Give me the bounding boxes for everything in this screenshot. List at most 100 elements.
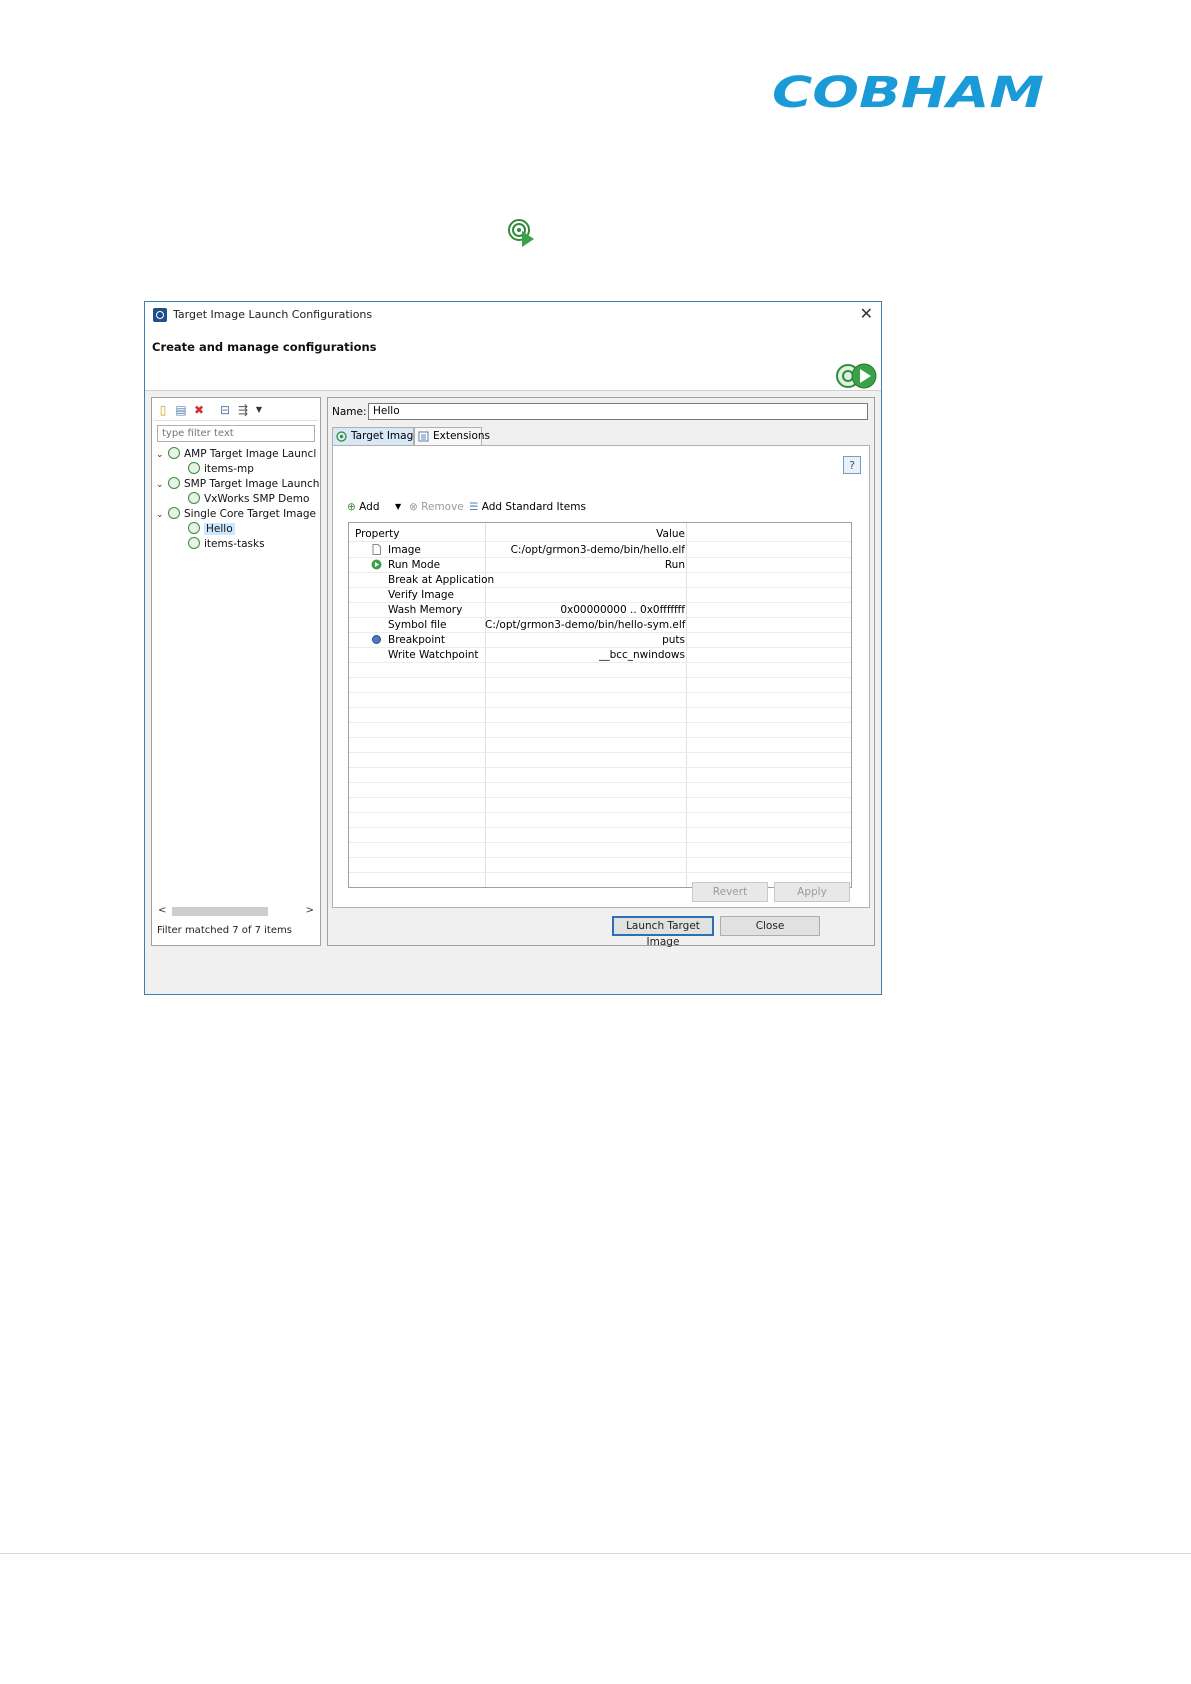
table-row[interactable]: Breakpoint puts <box>349 632 851 648</box>
delete-config-icon[interactable]: ✖ <box>192 403 206 417</box>
property-name: Wash Memory <box>388 604 463 616</box>
config-icon <box>188 462 200 474</box>
add-dropdown-chevron-down-icon[interactable]: ▼ <box>395 499 401 515</box>
help-icon[interactable]: ? <box>843 456 861 474</box>
chevron-down-icon[interactable]: ⌄ <box>156 447 168 463</box>
chevron-down-icon[interactable]: ⌄ <box>156 477 168 493</box>
empty-table-row[interactable] <box>349 827 851 843</box>
name-field[interactable]: Hello <box>368 403 868 420</box>
tree-item-items-mp[interactable]: items-mp <box>188 461 254 477</box>
single-core-launch-type-icon <box>168 507 180 519</box>
remove-button[interactable]: ⊗ Remove <box>409 499 464 515</box>
table-row[interactable]: Break at Application <box>349 572 851 588</box>
view-menu-chevron-down-icon[interactable]: ▼ <box>252 403 266 417</box>
empty-table-row[interactable] <box>349 767 851 783</box>
configurations-panel: ▯ ▤ ✖ ⊟ ⇶ ▼ ⌄AMP Target Image Launcl ite… <box>151 397 321 946</box>
run-icon <box>371 559 382 570</box>
scrollbar-thumb[interactable] <box>172 907 268 916</box>
revert-button[interactable]: Revert <box>692 882 768 902</box>
properties-table: Property Value Image C:/opt/grmon3-demo/b… <box>348 522 852 888</box>
close-icon[interactable]: ✕ <box>860 304 873 323</box>
apply-button[interactable]: Apply <box>774 882 850 902</box>
table-row[interactable]: Write Watchpoint __bcc_nwindows <box>349 647 851 663</box>
tree-item-items-tasks[interactable]: items-tasks <box>188 536 265 552</box>
property-value[interactable]: puts <box>485 632 685 648</box>
breakpoint-icon <box>371 634 382 645</box>
launch-banner-icon <box>836 363 877 389</box>
dialog-header: Create and manage configurations <box>145 328 881 391</box>
config-icon <box>188 537 200 549</box>
property-name: Break at Application <box>388 574 495 586</box>
property-value[interactable]: C:/opt/grmon3-demo/bin/hello.elf <box>485 542 685 558</box>
filter-input[interactable] <box>157 425 315 442</box>
tab-target-image[interactable]: Target Image <box>332 427 420 445</box>
property-name: Verify Image <box>388 589 455 601</box>
list-icon: ☰ <box>469 501 479 513</box>
target-image-icon <box>336 431 347 442</box>
target-image-tab-content: ? ⊕ Add ▼ ⊗ Remove ☰ Add Standard Items … <box>332 445 870 908</box>
amp-launch-type-icon <box>168 447 180 459</box>
tree-item-hello[interactable]: Hello <box>188 521 235 537</box>
empty-table-row[interactable] <box>349 797 851 813</box>
launch-configurations-dialog: Target Image Launch Configurations ✕ Cre… <box>144 301 882 995</box>
empty-table-row[interactable] <box>349 752 851 768</box>
table-header: Property Value <box>349 526 851 542</box>
dialog-subtitle: Create and manage configurations <box>152 340 377 354</box>
property-name: Write Watchpoint <box>388 649 479 661</box>
scroll-left-icon[interactable]: < <box>158 905 166 916</box>
property-name: Symbol file <box>388 619 447 631</box>
duplicate-config-icon[interactable]: ▤ <box>174 403 188 417</box>
name-label: Name: <box>332 406 367 418</box>
table-row[interactable]: Run Mode Run <box>349 557 851 573</box>
file-icon <box>371 544 382 555</box>
configuration-editor: Name: Hello Target Image Extensions ? ⊕ … <box>327 397 875 946</box>
collapse-all-icon[interactable]: ⊟ <box>218 403 232 417</box>
svg-text:COBHAM: COBHAM <box>772 72 1044 112</box>
property-name: Image <box>388 544 421 556</box>
tree-item-single-core[interactable]: ⌄ Single Core Target Image <box>156 506 316 522</box>
empty-table-row[interactable] <box>349 722 851 738</box>
empty-table-row[interactable] <box>349 857 851 873</box>
property-column-header[interactable]: Property <box>355 526 399 542</box>
table-row[interactable]: Image C:/opt/grmon3-demo/bin/hello.elf <box>349 542 851 558</box>
close-button[interactable]: Close <box>720 916 820 936</box>
launch-target-image-button[interactable]: Launch Target Image <box>612 916 714 948</box>
dialog-search-icon <box>153 308 167 322</box>
property-name: Run Mode <box>388 559 441 571</box>
empty-table-row[interactable] <box>349 692 851 708</box>
dialog-title: Target Image Launch Configurations <box>173 308 373 321</box>
empty-table-row[interactable] <box>349 782 851 798</box>
filter-config-icon[interactable]: ⇶ <box>236 403 250 417</box>
new-config-icon[interactable]: ▯ <box>156 403 170 417</box>
table-row[interactable]: Wash Memory 0x00000000 .. 0x0fffffff <box>349 602 851 618</box>
add-button[interactable]: ⊕ Add <box>347 499 380 515</box>
empty-table-row[interactable] <box>349 677 851 693</box>
table-row[interactable]: Symbol file C:/opt/grmon3-demo/bin/hello-… <box>349 617 851 633</box>
chevron-down-icon[interactable]: ⌄ <box>156 507 168 523</box>
empty-table-row[interactable] <box>349 812 851 828</box>
tree-item-vxworks-smp-demo[interactable]: VxWorks SMP Demo <box>188 491 309 507</box>
horizontal-scrollbar[interactable]: < > <box>156 905 316 918</box>
add-standard-items-button[interactable]: ☰ Add Standard Items <box>469 499 586 515</box>
property-value[interactable]: C:/opt/grmon3-demo/bin/hello-sym.elf <box>485 617 686 633</box>
empty-table-row[interactable] <box>349 842 851 858</box>
config-icon <box>188 522 200 534</box>
extensions-icon <box>418 431 429 442</box>
filter-status: Filter matched 7 of 7 items <box>157 925 292 936</box>
cobham-logo: COBHAM <box>772 72 1044 112</box>
tree-item-amp[interactable]: ⌄ AMP Target Image Launcl <box>156 446 316 462</box>
scroll-right-icon[interactable]: > <box>306 905 314 916</box>
property-value[interactable]: Run <box>485 557 685 573</box>
tab-extensions[interactable]: Extensions <box>414 427 490 445</box>
property-value[interactable]: 0x00000000 .. 0x0fffffff <box>485 602 685 618</box>
launch-target-image-icon <box>508 219 534 247</box>
empty-table-row[interactable] <box>349 662 851 678</box>
add-icon: ⊕ <box>347 501 356 513</box>
value-column-header[interactable]: Value <box>485 526 685 542</box>
tree-item-smp[interactable]: ⌄ SMP Target Image Launch <box>156 476 319 492</box>
empty-table-row[interactable] <box>349 707 851 723</box>
property-value[interactable]: __bcc_nwindows <box>485 647 685 663</box>
empty-table-row[interactable] <box>349 737 851 753</box>
table-row[interactable]: Verify Image <box>349 587 851 603</box>
remove-icon: ⊗ <box>409 501 418 513</box>
